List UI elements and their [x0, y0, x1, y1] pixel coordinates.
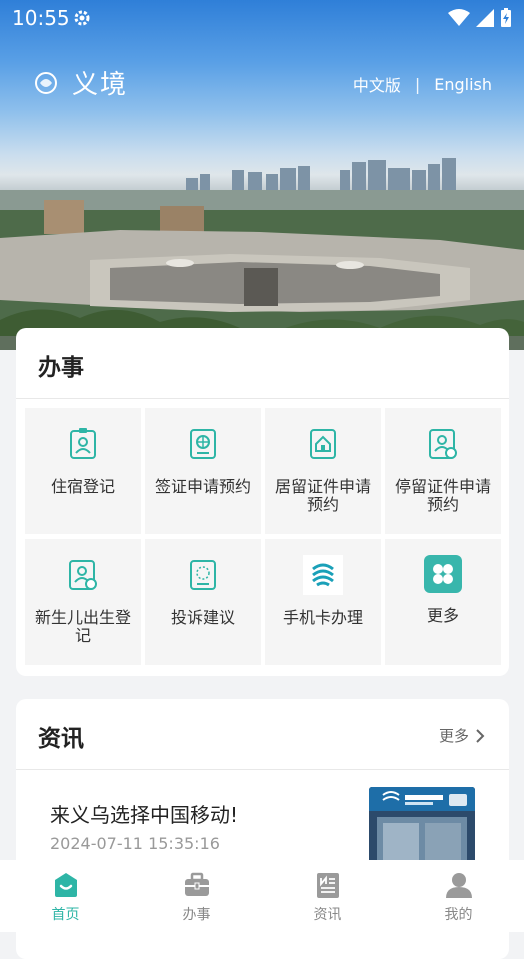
service-sim-card[interactable]: 手机卡办理	[265, 539, 381, 665]
wifi-icon	[448, 9, 470, 26]
news-item-title: 来义乌选择中国移动!	[50, 803, 239, 827]
lang-en-link[interactable]: English	[434, 75, 492, 94]
gear-icon	[74, 10, 90, 26]
news-more-link[interactable]: 更多	[439, 725, 485, 746]
tab-label: 办事	[182, 907, 211, 923]
service-newborn-registration[interactable]: 新生儿出生登记	[25, 539, 141, 665]
chevron-right-icon	[476, 728, 485, 743]
home-smile-icon	[54, 873, 77, 897]
briefcase-icon	[184, 872, 209, 896]
lang-separator: |	[414, 74, 421, 94]
signal-icon	[476, 9, 494, 27]
service-label: 更多	[426, 606, 459, 625]
service-more[interactable]: 更多	[385, 539, 501, 665]
service-residence-permit-appointment[interactable]: 居留证件申请预约	[265, 408, 381, 534]
tab-label: 我的	[444, 907, 473, 923]
more-grid-icon	[424, 555, 462, 593]
tab-label: 首页	[51, 907, 80, 923]
service-label: 手机卡办理	[282, 608, 363, 627]
id-card-person-icon	[63, 424, 103, 464]
service-label: 新生儿出生登记	[34, 608, 131, 645]
tab-news[interactable]: 资讯	[262, 860, 393, 932]
service-label: 居留证件申请预约	[274, 477, 371, 514]
stay-permit-icon	[423, 424, 463, 464]
service-label: 签证申请预约	[154, 477, 251, 496]
news-thumbnail	[369, 787, 475, 867]
city-panorama-image	[0, 158, 524, 350]
news-more-label: 更多	[438, 727, 469, 745]
yiwu-logo-icon	[35, 71, 57, 94]
news-title: 资讯	[38, 726, 84, 752]
service-label: 住宿登记	[50, 477, 115, 496]
user-icon	[445, 873, 472, 898]
service-label: 投诉建议	[170, 608, 235, 627]
services-title: 办事	[38, 355, 84, 381]
services-grid: 住宿登记 签证申请预约 居留证件申请预约 停留证件申请预约 新生儿出生登记 投诉…	[25, 408, 501, 665]
language-switch: 中文版 | English	[353, 72, 492, 96]
service-visa-appointment[interactable]: 签证申请预约	[145, 408, 261, 534]
hero-banner: 10:55 义境 中文版 | English	[0, 0, 524, 350]
service-stay-permit-appointment[interactable]: 停留证件申请预约	[385, 408, 501, 534]
service-accommodation-registration[interactable]: 住宿登记	[25, 408, 141, 534]
residence-house-icon	[303, 424, 343, 464]
battery-charging-icon	[501, 8, 511, 27]
news-item-time: 2024-07-11 15:35:16	[50, 834, 220, 853]
china-mobile-icon	[303, 555, 343, 595]
tab-home[interactable]: 首页	[0, 860, 131, 932]
divider	[16, 398, 509, 399]
status-time: 10:55	[12, 6, 70, 30]
tab-profile[interactable]: 我的	[393, 860, 524, 932]
status-bar: 10:55	[0, 0, 524, 36]
passport-globe-icon	[183, 424, 223, 464]
tab-services[interactable]: 办事	[131, 860, 262, 932]
app-brand: 义境	[34, 64, 128, 101]
services-card: 办事 住宿登记 签证申请预约 居留证件申请预约 停留证件申请预约 新生儿出生登记…	[16, 328, 509, 676]
tab-label: 资讯	[313, 907, 342, 923]
service-complaint-suggestion[interactable]: 投诉建议	[145, 539, 261, 665]
divider	[16, 769, 509, 770]
complaint-suggestion-icon	[183, 555, 223, 595]
service-label: 停留证件申请预约	[394, 477, 491, 514]
bottom-tab-bar: 首页 办事 资讯 我的	[0, 860, 524, 932]
lang-zh-link[interactable]: 中文版	[353, 72, 401, 96]
newspaper-icon	[316, 873, 339, 898]
app-title: 义境	[72, 70, 129, 100]
newborn-registration-icon	[63, 555, 103, 595]
